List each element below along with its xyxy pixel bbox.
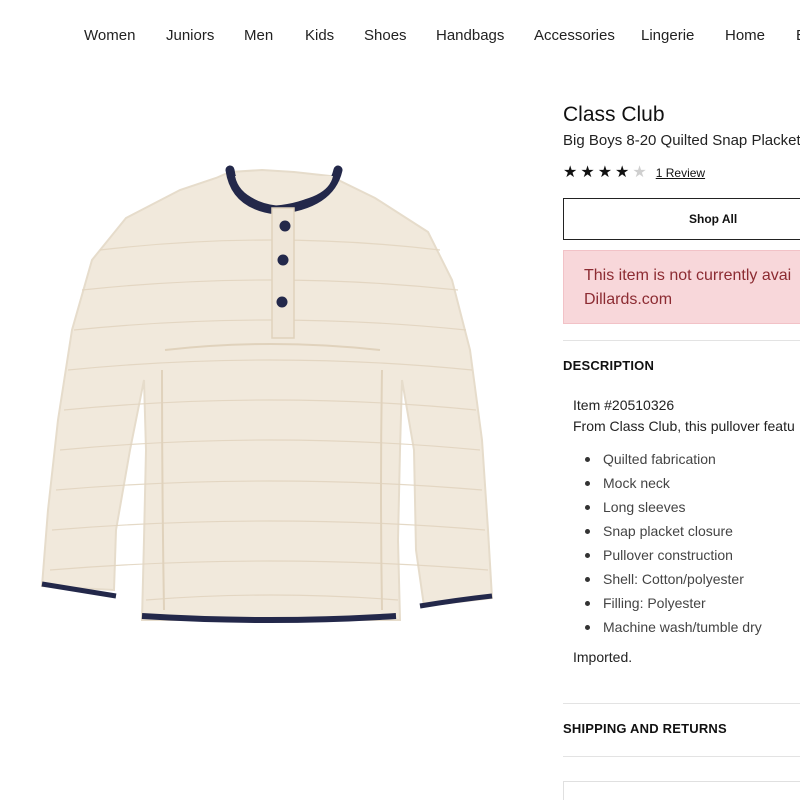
snap-button xyxy=(277,254,289,266)
item-number: Item #20510326 xyxy=(573,397,675,413)
star-icon: ★ xyxy=(615,164,630,181)
snap-button xyxy=(276,296,288,308)
nav-item-men[interactable]: Men xyxy=(244,27,273,44)
description-body: Item #20510326 From Class Club, this pul… xyxy=(573,395,800,665)
nav-item-lingerie[interactable]: Lingerie xyxy=(641,27,694,44)
description-heading[interactable]: DESCRIPTION xyxy=(563,358,654,373)
star-icon: ★ xyxy=(580,164,595,181)
divider xyxy=(563,340,800,341)
alert-text-line-2: Dillards.com xyxy=(584,291,673,308)
bottom-panel xyxy=(563,781,800,800)
top-navigation: Women Juniors Men Kids Shoes Handbags Ac… xyxy=(0,0,800,72)
alert-text-line-1: This item is not currently avai xyxy=(584,267,792,284)
feature-item: Pullover construction xyxy=(583,543,800,567)
star-empty-icon: ★ xyxy=(632,164,647,181)
shipping-returns-heading[interactable]: SHIPPING AND RETURNS xyxy=(563,721,727,736)
product-title: Big Boys 8-20 Quilted Snap Placket xyxy=(563,132,800,149)
review-link[interactable]: 1 Review xyxy=(656,166,705,180)
feature-item: Filling: Polyester xyxy=(583,591,800,615)
feature-item: Mock neck xyxy=(583,471,800,495)
feature-item: Snap placket closure xyxy=(583,519,800,543)
rating-row: ★ ★ ★ ★ ★ 1 Review xyxy=(563,163,705,183)
feature-item: Quilted fabrication xyxy=(583,447,800,471)
feature-item: Long sleeves xyxy=(583,495,800,519)
nav-item-home[interactable]: Home xyxy=(725,27,765,44)
nav-item-women[interactable]: Women xyxy=(84,27,135,44)
feature-item: Shell: Cotton/polyester xyxy=(583,567,800,591)
brand-name[interactable]: Class Club xyxy=(563,103,665,127)
description-intro: From Class Club, this pullover featu xyxy=(573,418,795,434)
nav-item-accessories[interactable]: Accessories xyxy=(534,27,615,44)
nav-item-kids[interactable]: Kids xyxy=(305,27,334,44)
divider xyxy=(563,703,800,704)
nav-item-juniors[interactable]: Juniors xyxy=(166,27,214,44)
star-icon: ★ xyxy=(563,164,578,181)
nav-item-shoes[interactable]: Shoes xyxy=(364,27,407,44)
availability-alert: This item is not currently avai Dillards… xyxy=(563,250,800,324)
snap-button xyxy=(279,220,291,232)
imported-note: Imported. xyxy=(573,649,633,665)
nav-item-handbags[interactable]: Handbags xyxy=(436,27,504,44)
nav-item-truncated[interactable]: B xyxy=(796,27,800,44)
shop-all-button[interactable]: Shop All xyxy=(563,198,800,240)
feature-item: Machine wash/tumble dry xyxy=(583,615,800,639)
sweater-body xyxy=(40,168,494,621)
divider xyxy=(563,756,800,757)
product-image[interactable] xyxy=(30,150,510,650)
feature-list: Quilted fabrication Mock neck Long sleev… xyxy=(583,447,800,639)
star-icon: ★ xyxy=(597,164,613,181)
